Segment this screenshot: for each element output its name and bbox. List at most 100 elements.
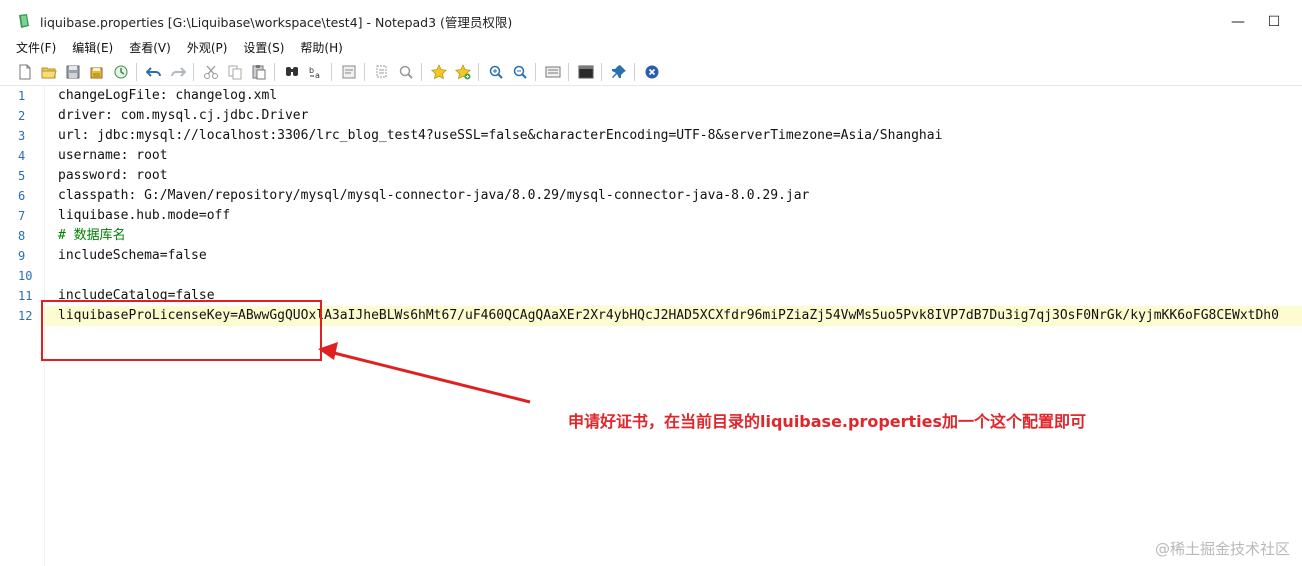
- svg-text:a: a: [315, 71, 320, 80]
- menu-settings[interactable]: 设置(S): [237, 38, 290, 58]
- line-text: username: root: [58, 148, 168, 163]
- minimize-icon: —: [1231, 14, 1245, 30]
- redo-button[interactable]: [167, 61, 189, 83]
- line-number: 12: [18, 309, 33, 323]
- minimize-button[interactable]: —: [1222, 8, 1254, 36]
- code-line[interactable]: 7 liquibase.hub.mode=off: [0, 206, 1302, 226]
- open-folder-icon: [41, 67, 57, 79]
- toolbar-separator: [331, 63, 332, 81]
- history-button[interactable]: [110, 61, 132, 83]
- title-bar: liquibase.properties [G:\Liquibase\works…: [0, 0, 1302, 38]
- zoom-out-icon: [513, 65, 527, 79]
- menu-help[interactable]: 帮助(H): [294, 38, 348, 58]
- toolbar-separator: [421, 63, 422, 81]
- line-text-comment: # 数据库名: [58, 228, 126, 243]
- save-icon: [66, 65, 80, 79]
- menu-view[interactable]: 查看(V): [123, 38, 177, 58]
- line-number: 9: [18, 249, 26, 263]
- zoom-in-button[interactable]: [485, 61, 507, 83]
- toolbar-separator: [136, 63, 137, 81]
- close-file-button[interactable]: [641, 61, 663, 83]
- code-line[interactable]: 10: [0, 266, 1302, 286]
- close-file-icon: [645, 65, 659, 79]
- zoom-out-button[interactable]: [509, 61, 531, 83]
- menu-bar: 文件(F) 编辑(E) 查看(V) 外观(P) 设置(S) 帮助(H): [0, 38, 1302, 58]
- menu-appearance[interactable]: 外观(P): [181, 38, 234, 58]
- toolbar-separator: [364, 63, 365, 81]
- toolbar-separator: [601, 63, 602, 81]
- line-text: password: root: [58, 168, 168, 183]
- maximize-button[interactable]: ☐: [1258, 8, 1290, 36]
- new-file-icon: [19, 64, 31, 80]
- code-line[interactable]: 3 url: jdbc:mysql://localhost:3306/lrc_b…: [0, 126, 1302, 146]
- word-wrap-button[interactable]: [338, 61, 360, 83]
- toolbar: ba: [0, 59, 1302, 85]
- undo-button[interactable]: [143, 61, 165, 83]
- code-line[interactable]: 2 driver: com.mysql.cj.jdbc.Driver: [0, 106, 1302, 126]
- line-number: 3: [18, 129, 26, 143]
- menu-file[interactable]: 文件(F): [10, 38, 62, 58]
- pin-icon: [612, 65, 626, 78]
- zoom-in-icon: [489, 65, 503, 79]
- replace-icon: ba: [309, 66, 320, 80]
- svg-text:b: b: [309, 66, 314, 75]
- favorite-icon: [431, 64, 447, 80]
- toolbar-separator: [478, 63, 479, 81]
- line-number: 5: [18, 169, 26, 183]
- line-number: 8: [18, 229, 26, 243]
- window-title: liquibase.properties [G:\Liquibase\works…: [40, 15, 513, 30]
- menu-edit[interactable]: 编辑(E): [66, 38, 119, 58]
- add-favorite-button[interactable]: [452, 61, 474, 83]
- line-text: classpath: G:/Maven/repository/mysql/mys…: [58, 188, 810, 203]
- line-text: liquibase.hub.mode=off: [58, 208, 231, 223]
- open-button[interactable]: [38, 61, 60, 83]
- line-number: 4: [18, 149, 26, 163]
- toolbar-separator: [193, 63, 194, 81]
- save-as-button[interactable]: [86, 61, 108, 83]
- find-icon: [286, 67, 298, 76]
- save-button[interactable]: [62, 61, 84, 83]
- settings-icon: [545, 66, 561, 78]
- line-number: 11: [18, 289, 33, 303]
- code-line[interactable]: 6 classpath: G:/Maven/repository/mysql/m…: [0, 186, 1302, 206]
- code-line[interactable]: 5 password: root: [0, 166, 1302, 186]
- undo-icon: [146, 67, 161, 77]
- line-text: driver: com.mysql.cj.jdbc.Driver: [58, 108, 309, 123]
- cut-icon: [204, 65, 218, 79]
- find-button[interactable]: [281, 61, 303, 83]
- copy-button[interactable]: [224, 61, 246, 83]
- line-text: includeSchema=false: [58, 248, 207, 263]
- copy-all-icon: [376, 65, 387, 78]
- copy-all-button[interactable]: [371, 61, 393, 83]
- highlight-box: [41, 300, 322, 361]
- line-number: 1: [18, 89, 26, 103]
- redo-icon: [171, 67, 186, 77]
- paste-icon: [252, 65, 266, 80]
- new-file-button[interactable]: [14, 61, 36, 83]
- code-line[interactable]: 1 changeLogFile: changelog.xml: [0, 86, 1302, 106]
- cut-button[interactable]: [200, 61, 222, 83]
- settings-button[interactable]: [542, 61, 564, 83]
- toolbar-separator: [634, 63, 635, 81]
- maximize-icon: ☐: [1267, 14, 1281, 30]
- save-as-icon: [90, 67, 103, 79]
- toolbar-separator: [568, 63, 569, 81]
- add-favorite-icon: [455, 64, 471, 80]
- toolbar-separator: [535, 63, 536, 81]
- notepad3-app-icon: [19, 14, 29, 28]
- code-line[interactable]: 9 includeSchema=false: [0, 246, 1302, 266]
- toolbar-separator: [274, 63, 275, 81]
- paste-button[interactable]: [248, 61, 270, 83]
- terminal-icon: [578, 65, 594, 79]
- line-number: 7: [18, 209, 26, 223]
- favorites-button[interactable]: [428, 61, 450, 83]
- watermark: @稀土掘金技术社区: [1154, 540, 1290, 558]
- code-line[interactable]: 8 # 数据库名: [0, 226, 1302, 246]
- code-line[interactable]: 4 username: root: [0, 146, 1302, 166]
- zoom-search-button[interactable]: [395, 61, 417, 83]
- annotation-text: 申请好证书，在当前目录的liquibase.properties加一个这个配置即…: [568, 412, 1087, 431]
- copy-icon: [228, 65, 242, 80]
- pin-button[interactable]: [608, 61, 630, 83]
- replace-button[interactable]: ba: [305, 61, 327, 83]
- terminal-button[interactable]: [575, 61, 597, 83]
